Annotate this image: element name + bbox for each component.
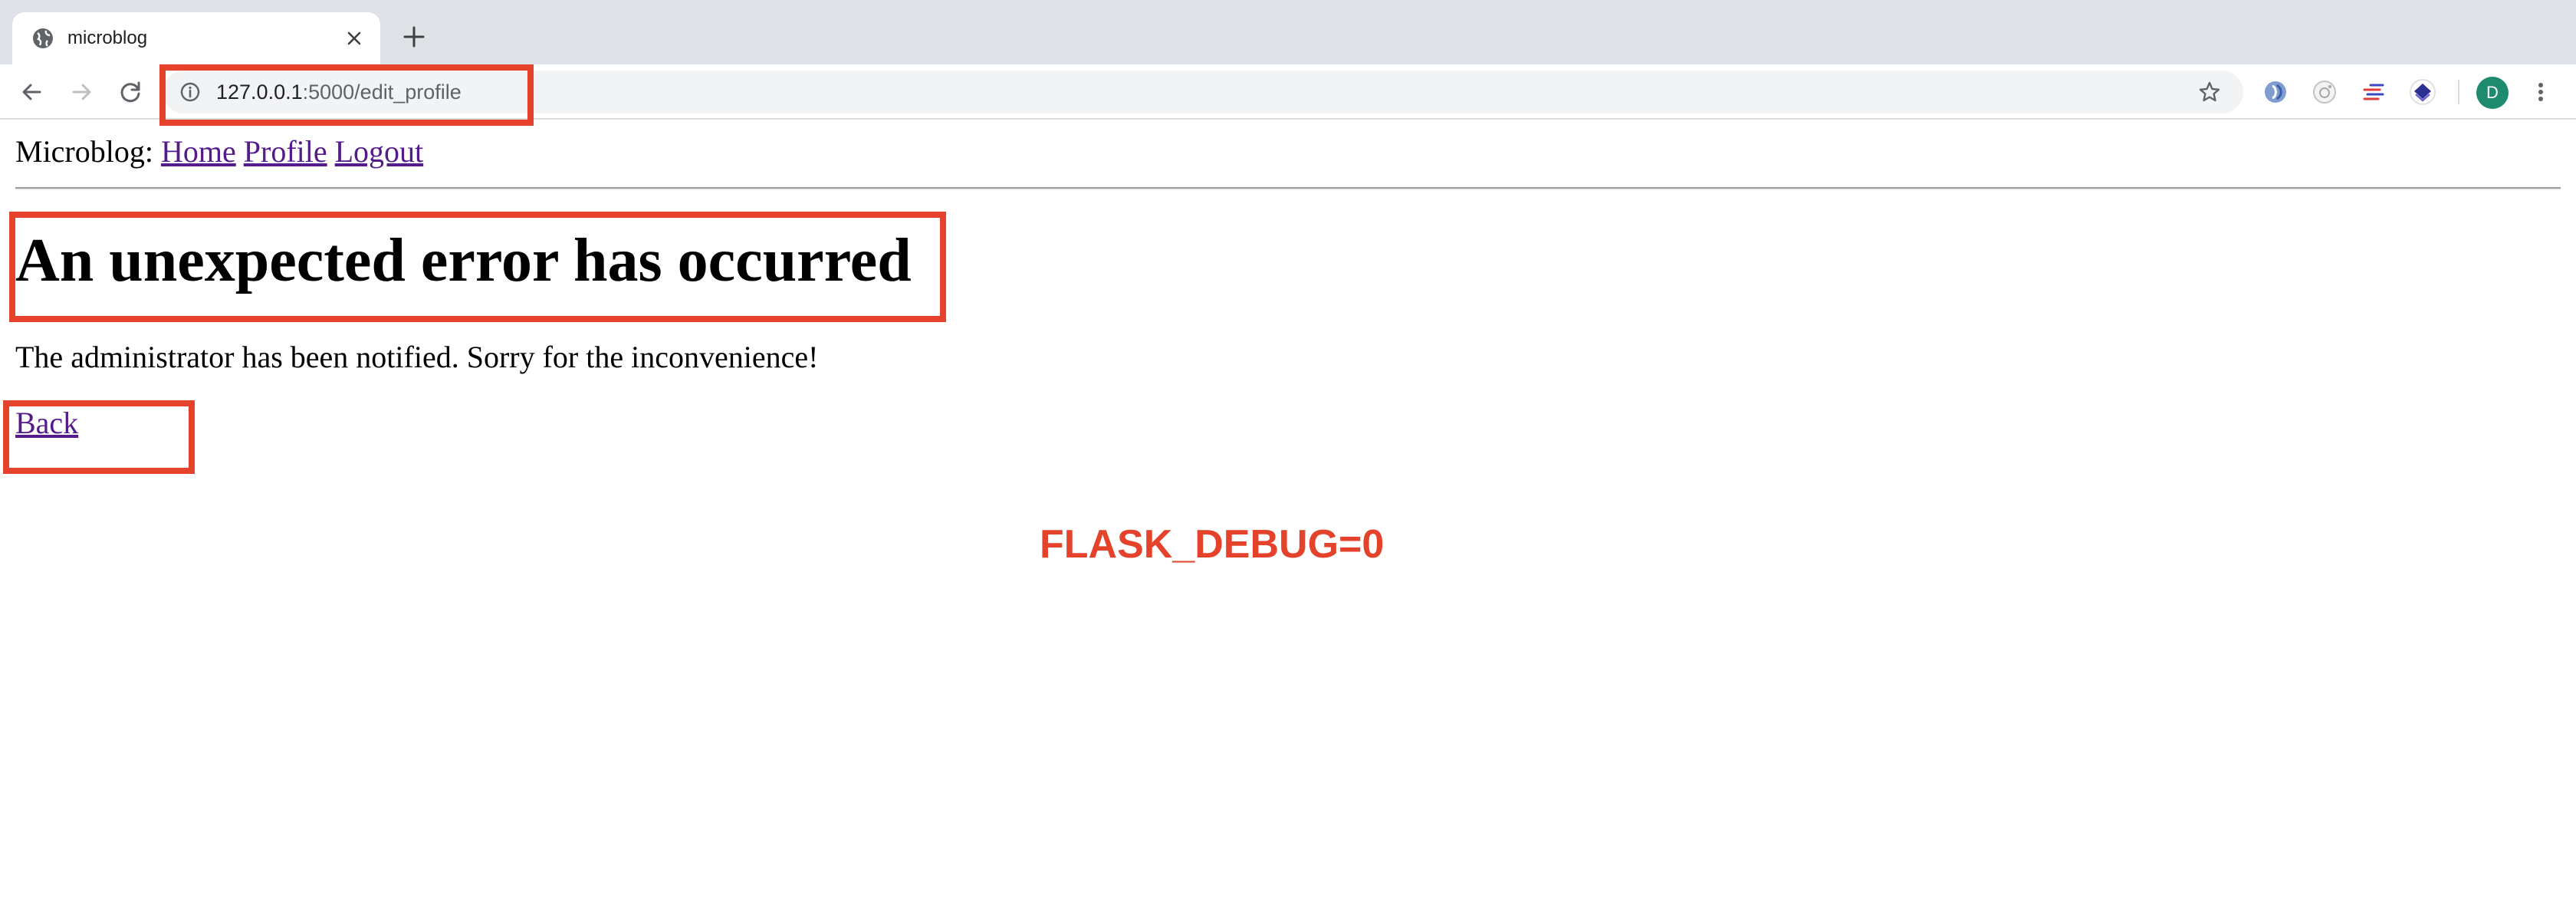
tab-title: microblog: [67, 28, 148, 48]
error-message: The administrator has been notified. Sor…: [15, 340, 819, 374]
nav-link-profile[interactable]: Profile: [244, 134, 327, 169]
nav-divider: [15, 187, 2561, 190]
annotation-box-url: [159, 64, 534, 126]
toolbar-divider: [2458, 80, 2459, 104]
site-nav: Microblog: Home Profile Logout: [15, 135, 423, 169]
reload-icon[interactable]: [115, 77, 146, 107]
browser-tab-active[interactable]: microblog: [12, 12, 380, 64]
more-vertical-icon[interactable]: [2530, 77, 2551, 107]
extension-shield-icon[interactable]: [2262, 78, 2289, 106]
extension-lines-icon[interactable]: [2360, 78, 2387, 106]
site-brand: Microblog:: [15, 134, 153, 169]
nav-link-logout[interactable]: Logout: [335, 134, 424, 169]
browser-tabstrip: microblog: [0, 0, 2576, 64]
close-tab-icon[interactable]: [340, 25, 368, 52]
back-arrow-icon[interactable]: [17, 77, 48, 107]
nav-link-home[interactable]: Home: [161, 134, 236, 169]
profile-avatar[interactable]: D: [2476, 77, 2509, 109]
forward-arrow-icon[interactable]: [66, 77, 97, 107]
annotation-box-back: [3, 400, 195, 474]
extension-camera-icon[interactable]: [2311, 78, 2338, 106]
annotation-box-title: [9, 212, 946, 322]
globe-icon: [31, 26, 55, 51]
bookmark-star-icon[interactable]: [2197, 80, 2222, 104]
annotation-caption: FLASK_DEBUG=0: [1040, 522, 1385, 567]
new-tab-plus-icon[interactable]: [399, 21, 429, 52]
extension-layers-icon[interactable]: [2409, 78, 2436, 106]
